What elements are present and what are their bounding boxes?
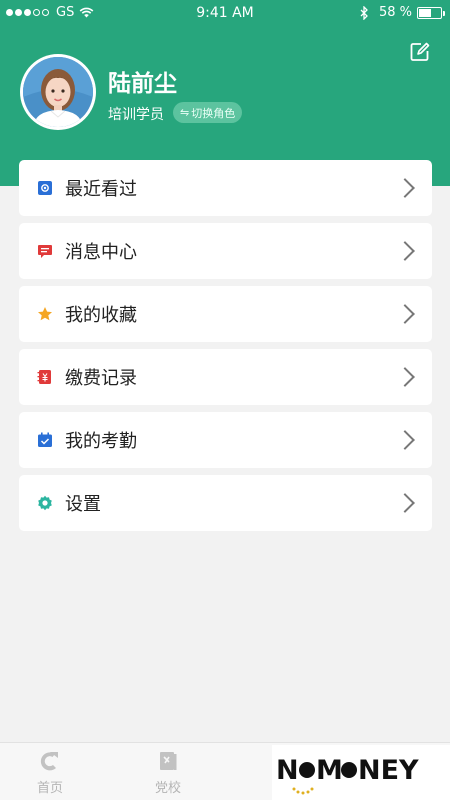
watermark-logo: N M NEY bbox=[272, 745, 450, 800]
menu-item-messages[interactable]: 消息中心 bbox=[19, 223, 432, 279]
tab-school[interactable]: 党校 bbox=[138, 749, 198, 796]
menu-item-label: 缴费记录 bbox=[65, 368, 137, 389]
user-name: 陆前尘 bbox=[108, 71, 177, 97]
menu-item-label: 设置 bbox=[65, 494, 101, 515]
menu-item-label: 消息中心 bbox=[65, 242, 137, 263]
chevron-right-icon bbox=[395, 241, 415, 261]
battery-percent: 58 % bbox=[378, 5, 412, 20]
switch-role-button[interactable]: ⇋ 切换角色 bbox=[173, 102, 243, 123]
menu-item-label: 我的考勤 bbox=[65, 431, 137, 452]
status-bar: GS 9:41 AM 58 % bbox=[0, 0, 450, 26]
avatar[interactable] bbox=[20, 54, 96, 130]
menu-item-label: 最近看过 bbox=[65, 179, 137, 200]
school-icon bbox=[160, 752, 177, 770]
edit-icon[interactable] bbox=[409, 41, 431, 63]
chevron-right-icon bbox=[395, 178, 415, 198]
avatar-image bbox=[23, 57, 93, 127]
menu-item-attendance[interactable]: 我的考勤 bbox=[19, 412, 432, 468]
menu-item-settings[interactable]: 设置 bbox=[19, 475, 432, 531]
menu-item-label: 我的收藏 bbox=[65, 305, 137, 326]
payment-icon bbox=[37, 369, 53, 385]
chevron-right-icon bbox=[395, 367, 415, 387]
svg-text:M: M bbox=[316, 755, 343, 786]
profile-screen: GS 9:41 AM 58 % 陆前尘 培训学员 ⇋ 切换角色 最近看过 消息中… bbox=[0, 0, 450, 800]
battery-area: 58 % bbox=[360, 5, 445, 20]
menu-item-favorites[interactable]: 我的收藏 bbox=[19, 286, 432, 342]
svg-text:NEY: NEY bbox=[358, 755, 419, 786]
chevron-right-icon bbox=[395, 304, 415, 324]
battery-icon bbox=[417, 6, 445, 19]
switch-role-label: 切换角色 bbox=[191, 106, 236, 120]
battery-fill bbox=[419, 8, 432, 17]
attendance-icon bbox=[37, 432, 53, 448]
menu-item-payments[interactable]: 缴费记录 bbox=[19, 349, 432, 405]
user-role: 培训学员 bbox=[108, 107, 164, 123]
message-icon bbox=[37, 243, 53, 259]
gear-icon bbox=[37, 495, 53, 511]
chevron-right-icon bbox=[395, 493, 415, 513]
svg-text:N: N bbox=[276, 755, 299, 786]
tab-home[interactable]: 首页 bbox=[20, 749, 80, 796]
menu-item-recent[interactable]: 最近看过 bbox=[19, 160, 432, 216]
home-icon bbox=[40, 752, 58, 771]
recent-icon bbox=[37, 180, 53, 196]
tab-school-label: 党校 bbox=[154, 781, 181, 796]
chevron-right-icon bbox=[395, 430, 415, 450]
star-icon bbox=[37, 306, 53, 322]
bluetooth-icon bbox=[360, 5, 368, 20]
tab-home-label: 首页 bbox=[36, 781, 63, 796]
switch-arrows-icon: ⇋ bbox=[180, 106, 190, 119]
